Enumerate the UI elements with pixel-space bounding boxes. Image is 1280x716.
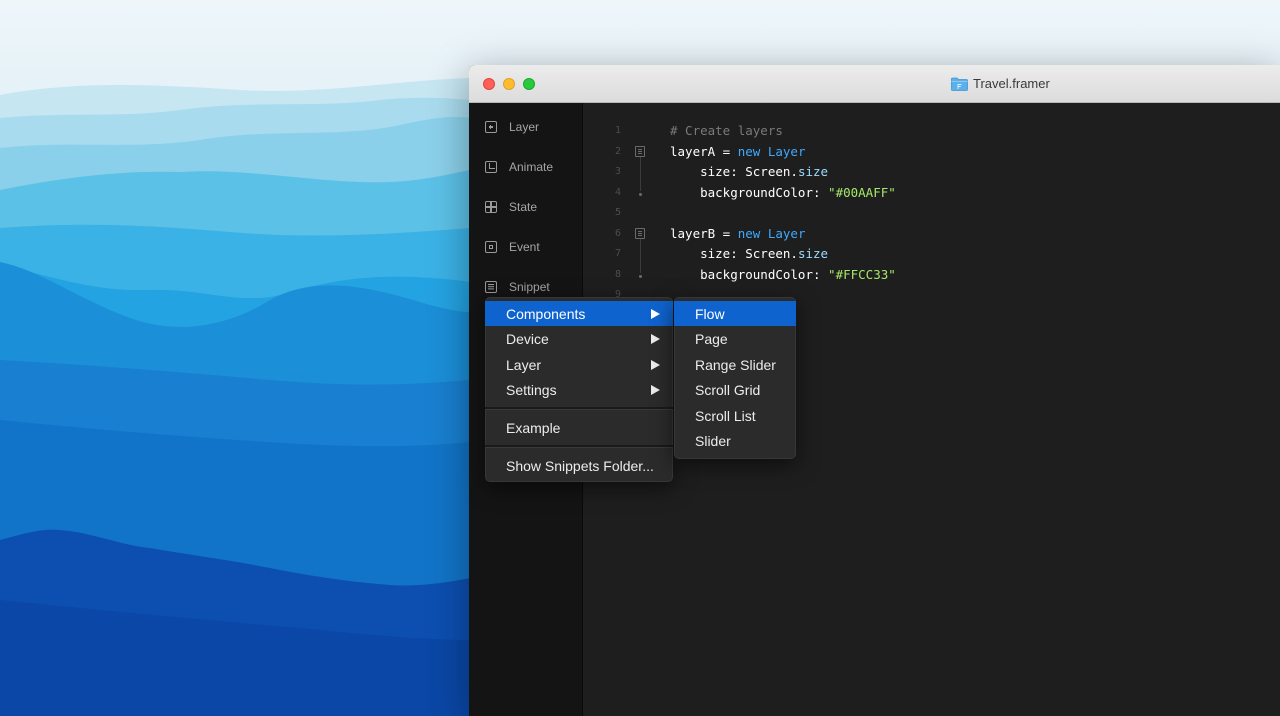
sidebar-item-state[interactable]: State xyxy=(485,197,537,217)
menu-item-label: Example xyxy=(506,419,561,436)
code-line[interactable]: 1 # Create layers xyxy=(583,121,1280,141)
fold-end-icon xyxy=(639,192,642,196)
code-token: new xyxy=(737,225,761,241)
window-title-group: Travel.framer xyxy=(951,76,1050,91)
code-line[interactable]: 6 layerB = new Layer xyxy=(583,224,1280,244)
line-number: 6 xyxy=(614,227,621,239)
minimize-window-button[interactable] xyxy=(503,78,515,90)
zoom-window-button[interactable] xyxy=(523,78,535,90)
code-token: backgroundColor: xyxy=(670,184,829,200)
code-text: backgroundColor: "#FFCC33" xyxy=(670,265,896,285)
menu-item-label: Range Slider xyxy=(695,356,776,373)
line-number: 5 xyxy=(614,207,621,218)
sidebar-item-event[interactable]: Event xyxy=(485,237,540,257)
line-number: 2 xyxy=(614,145,621,157)
code-token: size: Screen. xyxy=(670,246,798,261)
code-token: layerA = xyxy=(670,143,738,159)
sidebar-item-layer[interactable]: Layer xyxy=(485,117,539,137)
fold-toggle-icon[interactable] xyxy=(635,227,645,239)
menu-item-label: Scroll Grid xyxy=(695,381,761,398)
sidebar-item-label: Animate xyxy=(509,160,554,174)
menu-item-label: Page xyxy=(695,330,728,347)
submenu-arrow-icon xyxy=(651,360,660,370)
close-window-button[interactable] xyxy=(483,78,495,90)
submenu-arrow-icon xyxy=(651,334,660,344)
submenu-item-range-slider[interactable]: Range Slider xyxy=(674,352,796,377)
code-text: backgroundColor: "#00AAFF" xyxy=(670,183,896,203)
code-text: # Create layers xyxy=(670,121,783,141)
folder-icon xyxy=(951,77,968,91)
code-token: backgroundColor: xyxy=(670,266,829,282)
fold-end-icon xyxy=(639,274,642,278)
line-number: 7 xyxy=(614,248,621,259)
code-text: size: Screen.size xyxy=(670,162,828,182)
grid-icon xyxy=(485,201,497,213)
code-text: layerA = new Layer xyxy=(670,142,805,162)
line-number: 1 xyxy=(614,125,621,136)
code-token: size xyxy=(797,164,829,179)
title-bar[interactable]: Travel.framer xyxy=(469,65,1280,103)
menu-item-label: Slider xyxy=(695,432,731,449)
line-number: 8 xyxy=(614,268,621,280)
menu-item-settings[interactable]: Settings xyxy=(485,377,673,402)
code-token: # Create layers xyxy=(670,123,783,138)
sidebar-item-snippet[interactable]: Snippet xyxy=(485,277,550,297)
code-token: "#00AAFF" xyxy=(828,184,896,200)
code-line[interactable]: 5 xyxy=(583,203,1280,223)
submenu-arrow-icon xyxy=(651,385,660,395)
snippet-icon xyxy=(485,281,497,293)
code-line[interactable]: 7 size: Screen.size xyxy=(583,244,1280,264)
code-line[interactable]: 4 backgroundColor: "#00AAFF" xyxy=(583,183,1280,203)
code-line[interactable]: 2 layerA = new Layer xyxy=(583,142,1280,162)
menu-item-label: Device xyxy=(506,330,549,347)
menu-item-layer[interactable]: Layer xyxy=(485,352,673,377)
menu-item-label: Settings xyxy=(506,381,557,398)
menu-item-device[interactable]: Device xyxy=(485,326,673,351)
code-token: Layer xyxy=(767,143,806,159)
code-token: Layer xyxy=(767,225,806,241)
snippet-menu: Components Device Layer Settings Example… xyxy=(485,297,673,482)
code-line[interactable]: 3 size: Screen.size xyxy=(583,162,1280,182)
sidebar-item-label: Snippet xyxy=(509,280,550,294)
menu-item-label: Components xyxy=(506,305,586,322)
line-number: 4 xyxy=(614,186,621,198)
menu-item-show-snippets-folder[interactable]: Show Snippets Folder... xyxy=(485,453,673,478)
sidebar-item-label: Event xyxy=(509,240,540,254)
menu-item-components[interactable]: Components xyxy=(485,301,673,326)
menu-separator xyxy=(485,407,673,410)
submenu-arrow-icon xyxy=(651,309,660,319)
code-token: layerB = xyxy=(670,225,738,241)
sidebar-item-label: Layer xyxy=(509,120,540,134)
menu-item-label: Show Snippets Folder... xyxy=(506,457,654,474)
code-token: "#FFCC33" xyxy=(828,266,896,282)
code-token: new xyxy=(737,143,761,159)
menu-item-label: Scroll List xyxy=(695,407,756,424)
submenu-item-slider[interactable]: Slider xyxy=(674,428,796,453)
event-icon xyxy=(485,241,497,253)
sidebar-item-label: State xyxy=(509,200,538,214)
code-text: size: Screen.size xyxy=(670,244,828,264)
sidebar-item-animate[interactable]: Animate xyxy=(485,157,553,177)
submenu-item-scroll-grid[interactable]: Scroll Grid xyxy=(674,377,796,402)
menu-item-label: Flow xyxy=(695,305,725,322)
code-line[interactable]: 8 backgroundColor: "#FFCC33" xyxy=(583,265,1280,285)
code-token: size xyxy=(797,246,829,261)
submenu-item-scroll-list[interactable]: Scroll List xyxy=(674,403,796,428)
animate-icon xyxy=(485,161,497,173)
submenu-item-flow[interactable]: Flow xyxy=(674,301,796,326)
menu-item-label: Layer xyxy=(506,356,542,373)
plus-box-icon xyxy=(485,121,497,133)
code-text: layerB = new Layer xyxy=(670,224,805,244)
submenu-item-page[interactable]: Page xyxy=(674,326,796,351)
window-title: Travel.framer xyxy=(973,76,1050,91)
components-submenu: Flow Page Range Slider Scroll Grid Scrol… xyxy=(674,297,796,459)
fold-toggle-icon[interactable] xyxy=(635,145,645,157)
line-number: 3 xyxy=(614,166,621,177)
menu-separator xyxy=(485,445,673,448)
code-token: size: Screen. xyxy=(670,164,798,179)
menu-item-example[interactable]: Example xyxy=(485,415,673,440)
